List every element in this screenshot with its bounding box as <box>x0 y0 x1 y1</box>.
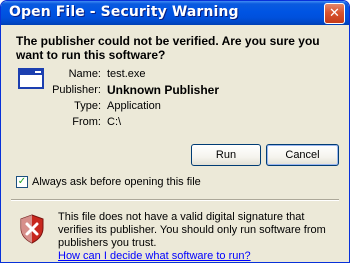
security-shield-warning-icon <box>20 214 44 244</box>
always-ask-checkbox[interactable]: ✓ <box>16 176 28 188</box>
from-label: From: <box>72 116 101 128</box>
separator <box>11 199 339 201</box>
window-title: Open File - Security Warning <box>9 4 239 20</box>
name-label: Name: <box>68 68 101 80</box>
close-icon: ✕ <box>329 6 340 21</box>
type-value: Application <box>107 100 161 112</box>
run-button[interactable]: Run <box>191 144 261 166</box>
security-warning-dialog: Open File - Security Warning ✕ The publi… <box>0 0 350 263</box>
warning-text: This file does not have a valid digital … <box>58 211 326 249</box>
always-ask-label[interactable]: Always ask before opening this file <box>32 176 201 188</box>
checkmark-icon: ✓ <box>17 176 27 187</box>
type-label: Type: <box>74 100 101 112</box>
warning-message: This file does not have a valid digital … <box>58 211 341 262</box>
close-button[interactable]: ✕ <box>324 3 345 24</box>
from-value: C:\ <box>107 116 122 128</box>
publisher-label: Publisher: <box>52 84 101 96</box>
help-link[interactable]: How can I decide what software to run? <box>58 250 341 262</box>
verification-question: The publisher could not be verified. Are… <box>16 34 320 62</box>
cancel-button[interactable]: Cancel <box>266 144 339 166</box>
publisher-value: Unknown Publisher <box>107 83 220 97</box>
title-bar[interactable]: Open File - Security Warning ✕ <box>1 1 349 25</box>
name-value: test.exe <box>107 68 146 80</box>
